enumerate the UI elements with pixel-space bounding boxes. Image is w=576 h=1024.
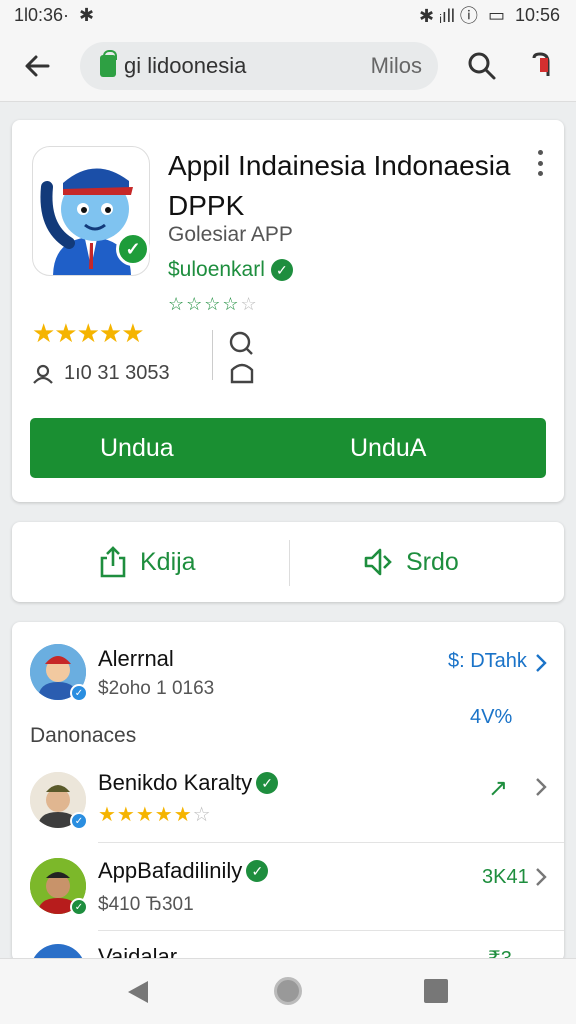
verified-badge-icon: ✓ bbox=[70, 684, 88, 702]
chevron-right-icon[interactable] bbox=[534, 776, 548, 798]
row-1-stars-off: ☆ bbox=[192, 804, 212, 826]
app-details-card: ✓ Appil Indainesia Indonaesia DPPK Goles… bbox=[12, 120, 564, 502]
install-button[interactable]: Undua UnduA bbox=[30, 418, 546, 478]
status-bar: 1Ɩ0:36· ✱ ✱ ᵢıll ⓘ ▭ 10:56 bbox=[0, 0, 576, 30]
stats-divider bbox=[212, 330, 213, 380]
url-text: gi lidoonesia bbox=[124, 53, 247, 78]
chevron-right-icon[interactable] bbox=[534, 652, 548, 674]
section-label: Danonaces bbox=[30, 724, 137, 747]
small-rating-stars: ☆☆☆☆☆ bbox=[168, 294, 259, 315]
row-1-stars-on: ★★★★★ bbox=[98, 804, 193, 826]
downloads-count: 1ı0 31 3053 bbox=[64, 362, 170, 384]
actions-divider bbox=[289, 540, 290, 586]
share-action[interactable]: Kdija bbox=[98, 522, 196, 602]
battery-icon: ▭ bbox=[487, 4, 505, 25]
rating-stars: ★★★★★ bbox=[32, 318, 145, 349]
bluetooth-icon: ✱ bbox=[79, 4, 95, 25]
status-icons: ✱ ᵢıll ⓘ bbox=[419, 6, 478, 26]
row-divider bbox=[98, 930, 564, 931]
status-clock: 10:56 bbox=[514, 4, 560, 25]
check-icon: ✓ bbox=[246, 860, 269, 882]
list-row-title[interactable]: AppBafadilinily ✓ bbox=[98, 858, 269, 884]
nav-back-icon[interactable] bbox=[126, 979, 150, 1005]
sound-label: Srdo bbox=[406, 547, 459, 576]
install-label-right: UnduA bbox=[350, 433, 427, 462]
share-label: Kdija bbox=[140, 547, 196, 576]
address-bar[interactable]: gi lidoonesia Milos bbox=[80, 42, 438, 90]
row-2-title: AppBafadilinily bbox=[98, 858, 243, 883]
nav-home-icon[interactable] bbox=[274, 977, 302, 1005]
nav-recents-icon[interactable] bbox=[424, 979, 448, 1003]
speaker-icon bbox=[364, 548, 392, 576]
app-sub-text: $uloenkarl bbox=[168, 258, 265, 281]
check-icon: ✓ bbox=[256, 772, 279, 794]
extension-icon[interactable] bbox=[526, 50, 556, 82]
app-sub-label: $uloenkarl ✓ bbox=[168, 258, 293, 282]
list-top-subtitle: $2oho 1 0163 bbox=[98, 678, 215, 699]
downloads-info: 1ı0 31 3053 bbox=[32, 362, 170, 385]
small-stars-on: ☆☆☆☆ bbox=[168, 294, 241, 314]
app-developer[interactable]: Golesiar APP bbox=[168, 223, 293, 247]
list-top-percent: 4V% bbox=[470, 706, 513, 728]
actions-card: Kdija Srdo bbox=[12, 522, 564, 602]
more-options-icon[interactable] bbox=[532, 150, 548, 176]
user-group-icon bbox=[33, 364, 53, 384]
chevron-right-icon[interactable] bbox=[534, 866, 548, 888]
search-icon[interactable] bbox=[466, 50, 498, 82]
url-suffix: Milos bbox=[370, 53, 422, 78]
system-nav-bar bbox=[0, 958, 576, 1024]
row-1-title: Benikdo Karalty bbox=[98, 770, 253, 795]
verified-badge-icon: ✓ bbox=[70, 898, 88, 916]
rating-stars-on: ★★★★★ bbox=[32, 318, 145, 348]
browser-toolbar: gi lidoonesia Milos bbox=[0, 30, 576, 102]
verified-badge-icon: ✓ bbox=[70, 812, 88, 830]
verified-badge-icon: ✓ bbox=[116, 232, 150, 266]
install-label-left: Undua bbox=[100, 433, 174, 462]
app-title: Appil Indainesia Indonaesia DPPK bbox=[168, 150, 511, 221]
trend-icon: ↗ bbox=[488, 775, 509, 802]
related-list-card: ✓ Alerrnal $2oho 1 0163 $: DTahk 4V% Dan… bbox=[12, 622, 564, 962]
lock-icon bbox=[100, 50, 117, 77]
list-row-title[interactable]: Benikdo Karalty ✓ bbox=[98, 770, 279, 796]
row-2-subtitle: $410 Ђ301 bbox=[98, 894, 194, 915]
row-divider bbox=[98, 842, 564, 843]
check-icon: ✓ bbox=[270, 259, 293, 281]
list-top-link[interactable]: $: DTahk bbox=[448, 650, 527, 673]
list-top-title: Alerrnal bbox=[98, 646, 174, 671]
back-arrow-icon[interactable] bbox=[22, 50, 54, 82]
row-2-value: 3K41 bbox=[482, 866, 529, 888]
share-icon bbox=[100, 546, 126, 578]
content-rating-icon bbox=[229, 331, 254, 384]
small-stars-off: ☆ bbox=[240, 294, 259, 314]
sound-action[interactable]: Srdo bbox=[362, 522, 459, 602]
status-time: 1Ɩ0:36· bbox=[14, 4, 70, 25]
row-1-stars: ★★★★★☆ bbox=[98, 802, 212, 827]
